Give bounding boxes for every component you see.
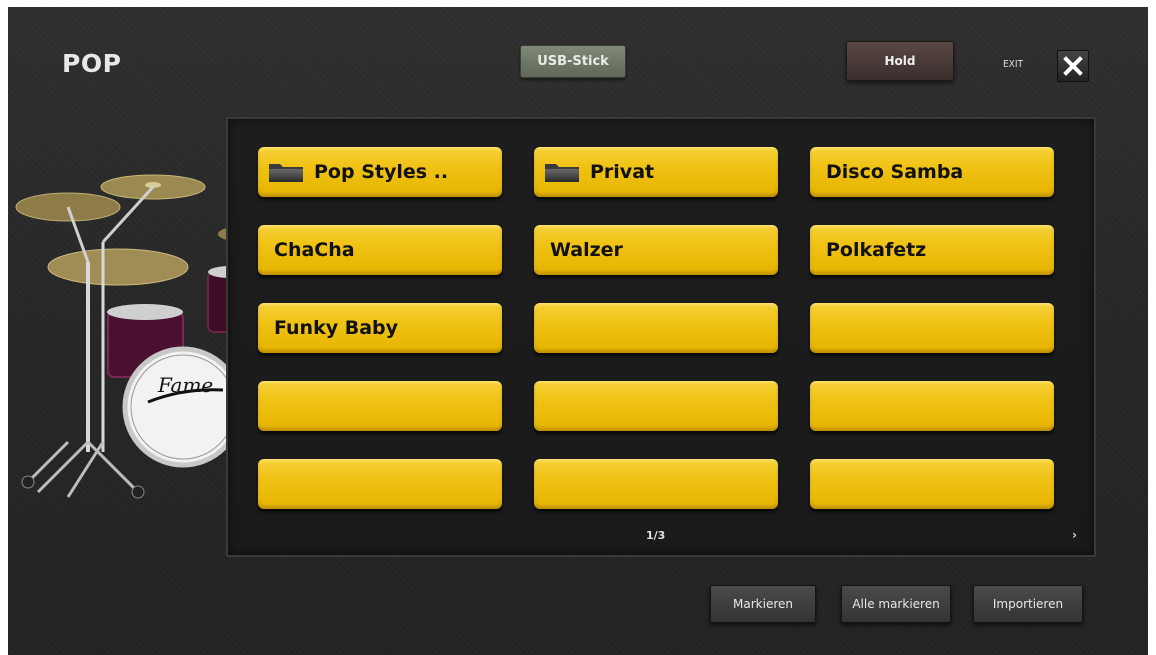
style-label: Polkafetz	[826, 239, 927, 261]
usb-stick-button[interactable]: USB-Stick	[520, 45, 626, 78]
style-button-walzer[interactable]: Walzer	[534, 225, 778, 275]
style-label: Walzer	[550, 239, 623, 261]
drum-kit-image: Fame	[15, 174, 248, 499]
empty-style-slot[interactable]	[810, 303, 1054, 353]
empty-style-slot[interactable]	[534, 381, 778, 431]
style-browser-panel: Pop Styles .. Privat Disco Samba ChaCha …	[226, 117, 1096, 557]
next-page-button[interactable]: ›	[1072, 528, 1077, 542]
empty-style-slot[interactable]	[258, 459, 502, 509]
style-button-chacha[interactable]: ChaCha	[258, 225, 502, 275]
style-label: Pop Styles ..	[314, 161, 449, 183]
chevron-right-icon: ›	[1072, 528, 1077, 542]
screen: Fame POP USB-Stick Hold EXIT Pop Styles …	[8, 7, 1148, 655]
exit-label: EXIT	[1003, 59, 1023, 70]
style-label: Funky Baby	[274, 317, 399, 339]
style-label: ChaCha	[274, 239, 355, 261]
page-title: POP	[62, 49, 122, 78]
empty-style-slot[interactable]	[810, 459, 1054, 509]
page-indicator: 1/3	[646, 529, 666, 542]
style-label: Privat	[590, 161, 655, 183]
svg-text:Fame: Fame	[157, 373, 213, 397]
mark-button[interactable]: Markieren	[710, 585, 816, 623]
close-button[interactable]	[1057, 50, 1089, 82]
folder-button-pop-styles[interactable]: Pop Styles ..	[258, 147, 502, 197]
style-button-polkafetz[interactable]: Polkafetz	[810, 225, 1054, 275]
import-button[interactable]: Importieren	[973, 585, 1083, 623]
style-button-disco-samba[interactable]: Disco Samba	[810, 147, 1054, 197]
empty-style-slot[interactable]	[534, 303, 778, 353]
style-label: Disco Samba	[826, 161, 964, 183]
folder-button-privat[interactable]: Privat	[534, 147, 778, 197]
folder-icon	[545, 164, 579, 182]
mark-all-button[interactable]: Alle markieren	[841, 585, 951, 623]
style-button-funky-baby[interactable]: Funky Baby	[258, 303, 502, 353]
folder-icon	[269, 164, 303, 182]
empty-style-slot[interactable]	[810, 381, 1054, 431]
close-icon	[1063, 56, 1083, 76]
empty-style-slot[interactable]	[258, 381, 502, 431]
empty-style-slot[interactable]	[534, 459, 778, 509]
hold-button[interactable]: Hold	[846, 41, 954, 81]
